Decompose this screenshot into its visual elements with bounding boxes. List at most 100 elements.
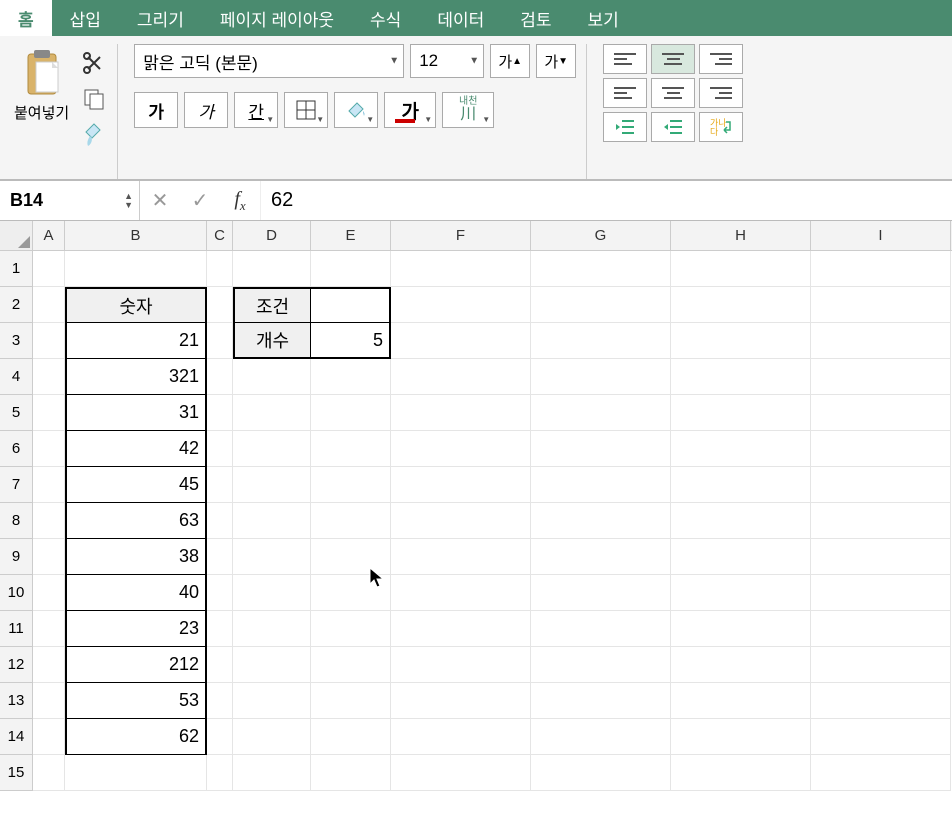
- cell[interactable]: [233, 611, 311, 647]
- cell[interactable]: [531, 755, 671, 791]
- cell[interactable]: [311, 287, 391, 323]
- cell[interactable]: [391, 575, 531, 611]
- cell[interactable]: [811, 359, 951, 395]
- tab-insert[interactable]: 삽입: [52, 0, 119, 36]
- cell[interactable]: 45: [65, 467, 207, 503]
- row-header[interactable]: 5: [0, 395, 33, 431]
- cell[interactable]: [391, 503, 531, 539]
- cell[interactable]: [311, 503, 391, 539]
- cell[interactable]: [33, 575, 65, 611]
- cell[interactable]: [311, 575, 391, 611]
- cell[interactable]: [65, 251, 207, 287]
- cell[interactable]: [671, 467, 811, 503]
- cell[interactable]: [531, 647, 671, 683]
- align-top-center-button[interactable]: [651, 44, 695, 74]
- cell[interactable]: [391, 719, 531, 755]
- cell[interactable]: [33, 719, 65, 755]
- cell[interactable]: [33, 503, 65, 539]
- cell[interactable]: [311, 755, 391, 791]
- cell[interactable]: 숫자: [65, 287, 207, 323]
- cell[interactable]: [33, 467, 65, 503]
- increase-indent-button[interactable]: [651, 112, 695, 142]
- col-header-E[interactable]: E: [311, 221, 391, 250]
- cell[interactable]: 42: [65, 431, 207, 467]
- cell[interactable]: [233, 503, 311, 539]
- cell[interactable]: [391, 755, 531, 791]
- cell[interactable]: [391, 683, 531, 719]
- italic-button[interactable]: 가: [184, 92, 228, 128]
- phonetic-guide-button[interactable]: 내천 川 ▼: [442, 92, 494, 128]
- cut-button[interactable]: [81, 50, 107, 76]
- col-header-H[interactable]: H: [671, 221, 811, 250]
- cell[interactable]: [811, 683, 951, 719]
- decrease-font-button[interactable]: 가▼: [536, 44, 576, 78]
- cell[interactable]: [207, 647, 233, 683]
- cell[interactable]: [391, 539, 531, 575]
- cell[interactable]: [391, 467, 531, 503]
- cell[interactable]: [391, 359, 531, 395]
- cell[interactable]: [207, 719, 233, 755]
- cell[interactable]: [811, 395, 951, 431]
- cell[interactable]: [531, 359, 671, 395]
- cell[interactable]: [811, 575, 951, 611]
- cell[interactable]: [65, 755, 207, 791]
- font-color-button[interactable]: 가 ▼: [384, 92, 436, 128]
- cell[interactable]: [207, 431, 233, 467]
- cell[interactable]: [531, 431, 671, 467]
- cell[interactable]: [33, 359, 65, 395]
- cell[interactable]: 53: [65, 683, 207, 719]
- cell[interactable]: [233, 359, 311, 395]
- cell[interactable]: [207, 755, 233, 791]
- cell[interactable]: [531, 395, 671, 431]
- decrease-indent-button[interactable]: [603, 112, 647, 142]
- format-painter-button[interactable]: [81, 122, 107, 148]
- cell[interactable]: [207, 611, 233, 647]
- cell[interactable]: [391, 287, 531, 323]
- row-header[interactable]: 15: [0, 755, 33, 791]
- tab-formulas[interactable]: 수식: [352, 0, 419, 36]
- cell[interactable]: [531, 251, 671, 287]
- cell[interactable]: [233, 467, 311, 503]
- cell[interactable]: [311, 647, 391, 683]
- wrap-text-button[interactable]: 가나다: [699, 112, 743, 142]
- cell[interactable]: 5: [311, 323, 391, 359]
- cell[interactable]: [233, 575, 311, 611]
- cell[interactable]: [311, 431, 391, 467]
- insert-function-button[interactable]: fx: [220, 181, 260, 220]
- cell[interactable]: 23: [65, 611, 207, 647]
- cell[interactable]: [811, 755, 951, 791]
- cell[interactable]: [207, 539, 233, 575]
- cell[interactable]: [671, 251, 811, 287]
- cell[interactable]: [531, 683, 671, 719]
- row-header[interactable]: 7: [0, 467, 33, 503]
- cell[interactable]: [671, 359, 811, 395]
- cell[interactable]: 63: [65, 503, 207, 539]
- cell[interactable]: [33, 755, 65, 791]
- cell[interactable]: [233, 719, 311, 755]
- cell[interactable]: [33, 647, 65, 683]
- cell[interactable]: [311, 251, 391, 287]
- fill-color-button[interactable]: ▼: [334, 92, 378, 128]
- cell[interactable]: [207, 287, 233, 323]
- cell[interactable]: [671, 755, 811, 791]
- cell[interactable]: 321: [65, 359, 207, 395]
- col-header-C[interactable]: C: [207, 221, 233, 250]
- align-top-left-button[interactable]: [603, 44, 647, 74]
- tab-draw[interactable]: 그리기: [119, 0, 202, 36]
- align-center-button[interactable]: [651, 78, 695, 108]
- cell[interactable]: [671, 719, 811, 755]
- cell[interactable]: [207, 467, 233, 503]
- cell[interactable]: [33, 287, 65, 323]
- cell[interactable]: [531, 539, 671, 575]
- increase-font-button[interactable]: 가▲: [490, 44, 530, 78]
- tab-page-layout[interactable]: 페이지 레이아웃: [202, 0, 352, 36]
- cell[interactable]: 40: [65, 575, 207, 611]
- cell[interactable]: [391, 395, 531, 431]
- confirm-formula-button[interactable]: ✓: [180, 181, 220, 220]
- cell[interactable]: [531, 719, 671, 755]
- cell[interactable]: [33, 395, 65, 431]
- cell[interactable]: [233, 431, 311, 467]
- col-header-A[interactable]: A: [33, 221, 65, 250]
- col-header-I[interactable]: I: [811, 221, 951, 250]
- cell[interactable]: [671, 395, 811, 431]
